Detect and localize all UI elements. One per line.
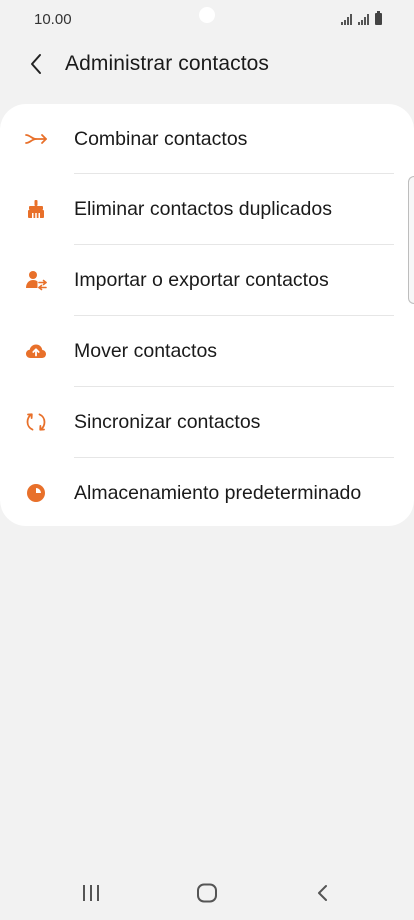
- person-transfer-icon: [24, 268, 48, 292]
- status-icons: [341, 11, 382, 25]
- back-icon: [318, 885, 327, 901]
- chevron-left-icon: [31, 54, 41, 74]
- screen: 10.00 Administrar contactos Combinar con…: [0, 0, 414, 920]
- menu-item-label: Combinar contactos: [74, 127, 248, 150]
- options-card: Combinar contactos Eliminar contactos du…: [0, 104, 414, 526]
- sync-icon: [24, 410, 48, 434]
- signal-icon: [341, 13, 352, 25]
- menu-item-label: Importar o exportar contactos: [74, 268, 329, 291]
- status-bar: 10.00: [0, 0, 414, 40]
- front-camera: [199, 7, 215, 23]
- menu-item-label: Eliminar contactos duplicados: [74, 197, 332, 220]
- home-button[interactable]: [183, 876, 231, 910]
- nav-back-button[interactable]: [299, 876, 347, 910]
- scroll-indicator[interactable]: [408, 176, 414, 304]
- menu-item-label: Sincronizar contactos: [74, 410, 261, 433]
- cloud-upload-icon: [24, 339, 48, 363]
- menu-item-label: Almacenamiento predeterminado: [74, 481, 362, 504]
- menu-item-mover-contactos[interactable]: Mover contactos: [0, 316, 414, 386]
- signal-icon-2: [358, 13, 369, 25]
- pie-storage-icon: [24, 481, 48, 505]
- menu-item-combinar-contactos[interactable]: Combinar contactos: [0, 104, 414, 174]
- back-button[interactable]: [20, 48, 52, 80]
- navigation-bar: [0, 866, 414, 920]
- menu-item-almacenamiento[interactable]: Almacenamiento predeterminado: [0, 458, 414, 528]
- recent-apps-button[interactable]: [67, 876, 115, 910]
- page-title: Administrar contactos: [65, 52, 270, 75]
- header: Administrar contactos: [0, 40, 414, 88]
- menu-item-sincronizar[interactable]: Sincronizar contactos: [0, 387, 414, 457]
- menu-item-eliminar-duplicados[interactable]: Eliminar contactos duplicados: [0, 174, 414, 244]
- home-icon: [197, 883, 217, 903]
- menu-item-importar-exportar[interactable]: Importar o exportar contactos: [0, 245, 414, 315]
- menu-item-label: Mover contactos: [74, 339, 218, 362]
- broom-icon: [24, 197, 48, 221]
- merge-arrow-icon: [24, 127, 48, 151]
- status-time: 10.00: [34, 11, 72, 28]
- recent-apps-icon: [83, 885, 99, 901]
- battery-icon: [375, 11, 382, 25]
